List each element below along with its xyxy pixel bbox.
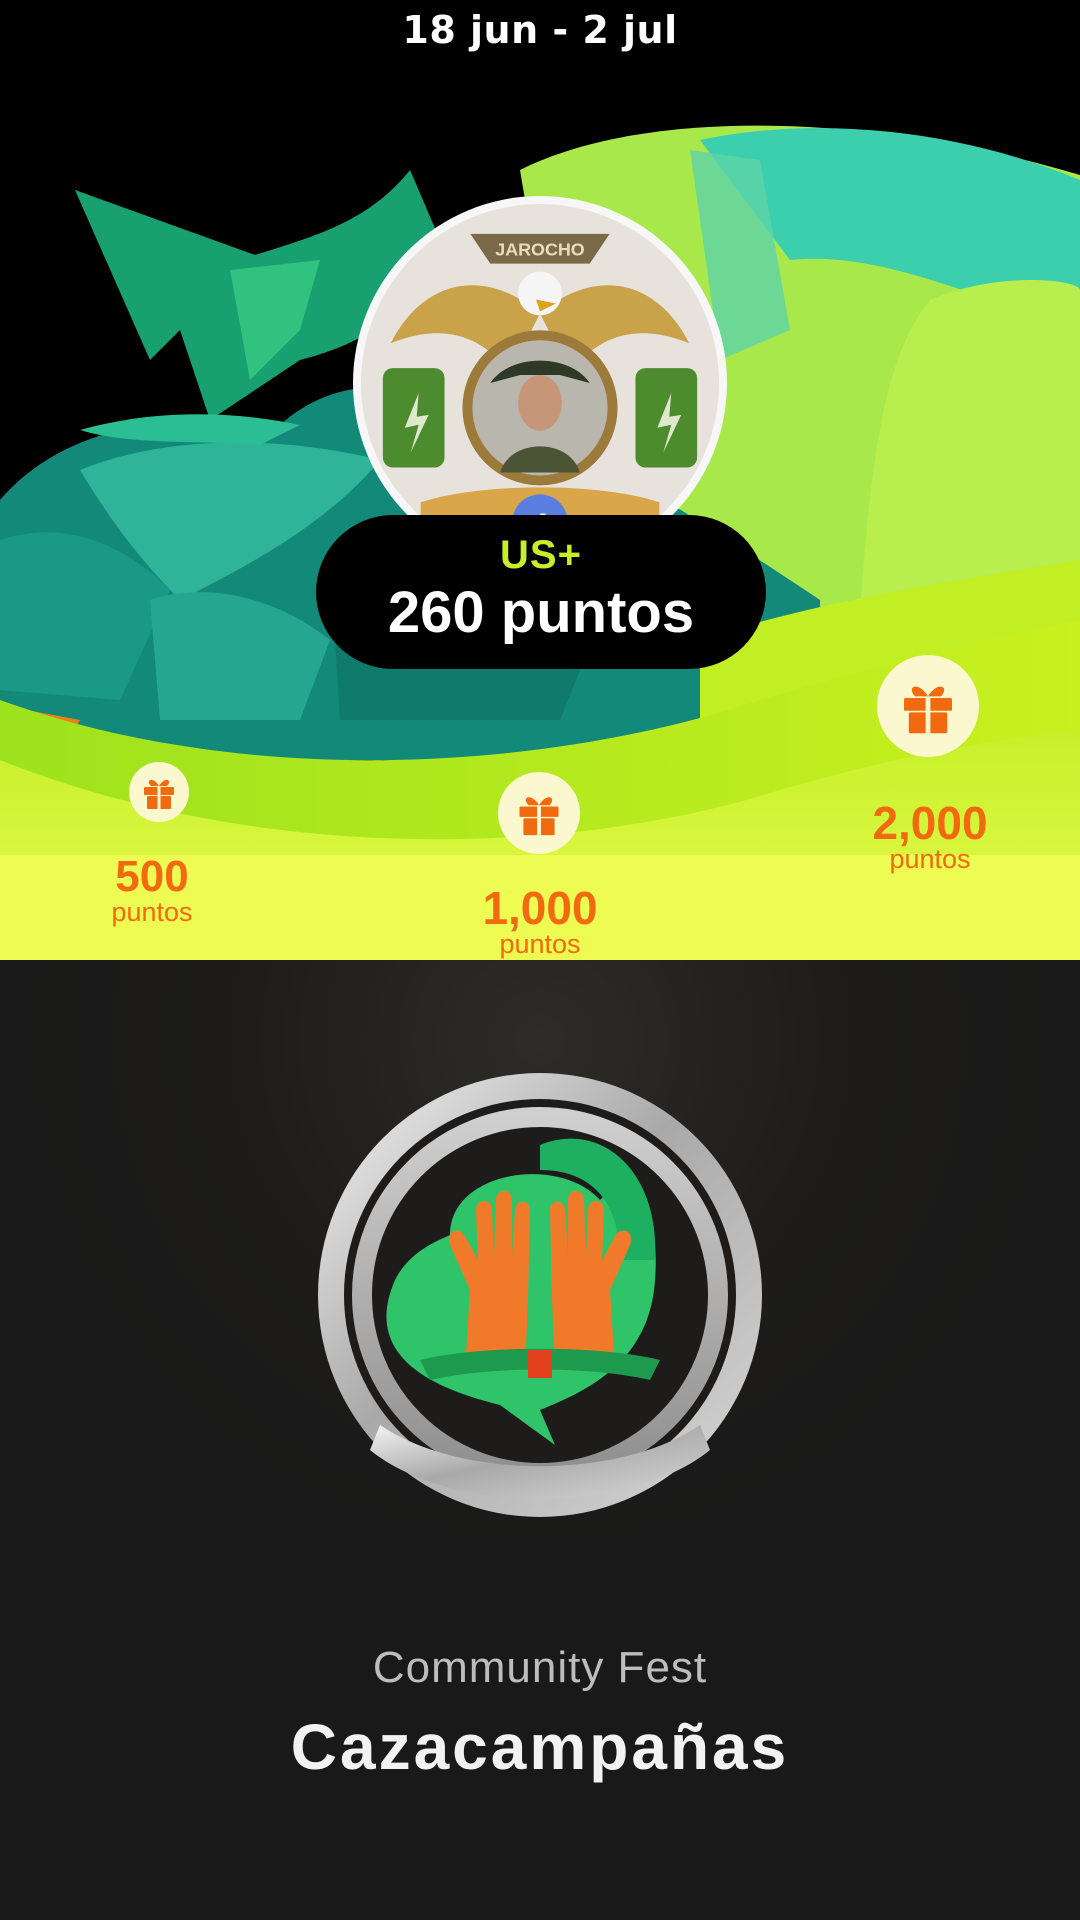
milestone-value: 1,000 [482, 882, 598, 934]
tier-label: US+ [500, 533, 582, 577]
milestone-unit: puntos [111, 897, 193, 927]
milestone-value: 500 [115, 852, 189, 901]
svg-text:JAROCHO: JAROCHO [495, 240, 585, 260]
gift-icon [144, 779, 174, 809]
progress-section: 18 jun - 2 jul JAROCHO US+ 260 puntos 50… [0, 0, 1080, 960]
gift-icon [519, 797, 559, 836]
points-total: 260 puntos [387, 580, 695, 645]
milestone-2000: 2,000 puntos [850, 800, 1010, 873]
milestone-1000-gift[interactable] [498, 772, 580, 854]
community-hands-badge-icon[interactable] [300, 1060, 780, 1540]
date-range: 18 jun - 2 jul [402, 8, 678, 52]
gift-icon [904, 686, 952, 734]
user-avatar-badge-icon: JAROCHO 4 [361, 204, 719, 562]
milestone-unit: puntos [499, 929, 581, 959]
milestone-500: 500 puntos [80, 855, 224, 926]
milestone-2000-gift[interactable] [877, 655, 979, 757]
milestone-unit: puntos [889, 844, 971, 874]
milestone-500-gift[interactable] [129, 762, 189, 822]
avatar[interactable]: JAROCHO 4 [353, 196, 727, 570]
badge-subtitle: Community Fest [372, 1643, 708, 1692]
badge-section: Community Fest Cazacampañas [0, 960, 1080, 1920]
score-pill: US+ 260 puntos [316, 515, 766, 669]
badge-title: Cazacampañas [290, 1711, 790, 1783]
milestone-1000: 1,000 puntos [455, 885, 625, 958]
milestone-value: 2,000 [872, 797, 988, 849]
